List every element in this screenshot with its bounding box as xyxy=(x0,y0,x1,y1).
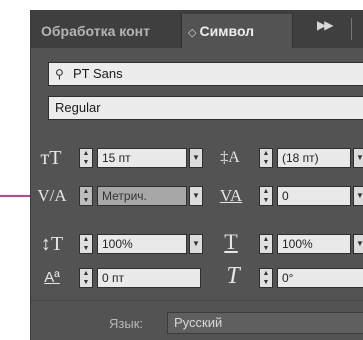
font-style-value: Regular xyxy=(55,100,101,115)
kerning-input[interactable]: Метрич. xyxy=(97,186,187,206)
baseline-shift-stepper[interactable]: ▲ ▼ xyxy=(79,268,93,288)
leading-input[interactable]: (18 пт) xyxy=(277,148,351,168)
skew-stepper[interactable]: ▲ ▼ xyxy=(259,268,273,288)
font-family-field[interactable]: ⚲ PT Sans xyxy=(48,62,363,86)
vertical-scale-input[interactable]: 100% xyxy=(97,234,187,254)
font-family-value: PT Sans xyxy=(73,66,123,81)
tab-paragraph-processing[interactable]: Обработка конт xyxy=(41,20,181,42)
tracking-input[interactable]: 0 xyxy=(277,186,351,206)
tab-bar-separator xyxy=(351,18,352,40)
search-icon: ⚲ xyxy=(55,67,64,81)
language-divider xyxy=(31,300,363,301)
kerning-icon: V/A xyxy=(37,186,67,205)
language-select[interactable]: Русский xyxy=(167,312,363,334)
vertical-scale-dropdown[interactable]: ▼ xyxy=(189,234,203,254)
character-panel: Обработка конт ◇ Символ ▶▶ ⚲ PT Sans Regul… xyxy=(30,10,363,340)
language-label: Язык: xyxy=(109,316,143,331)
horizontal-scale-icon: T xyxy=(224,229,238,254)
leading-dropdown[interactable]: ▼ xyxy=(353,148,363,168)
font-size-input[interactable]: 15 пт xyxy=(97,148,187,168)
kerning-dropdown[interactable]: ▼ xyxy=(189,186,203,206)
tracking-dropdown[interactable]: ▼ xyxy=(353,186,363,206)
tab-character[interactable]: ◇ Символ xyxy=(181,14,293,48)
tab-character-label: Символ xyxy=(199,23,255,39)
tracking-stepper[interactable]: ▲ ▼ xyxy=(259,186,273,206)
kerning-stepper[interactable]: ▲ ▼ xyxy=(79,186,93,206)
panel-tab-bar: Обработка конт ◇ Символ ▶▶ xyxy=(31,10,363,48)
skew-input[interactable]: 0° xyxy=(277,268,363,288)
horizontal-scale-dropdown[interactable]: ▼ xyxy=(353,234,363,254)
font-size-stepper[interactable]: ▲ ▼ xyxy=(79,148,93,168)
font-style-field[interactable]: Regular xyxy=(48,96,363,120)
double-chevron-right-icon[interactable]: ▶▶ xyxy=(317,18,334,32)
vertical-scale-stepper[interactable]: ▲ ▼ xyxy=(79,234,93,254)
vertical-scale-icon: ↕T xyxy=(40,233,64,255)
font-size-icon: тT xyxy=(40,147,62,169)
horizontal-scale-input[interactable]: 100% xyxy=(277,234,351,254)
leading-icon: ‡A xyxy=(220,149,240,166)
horizontal-scale-stepper[interactable]: ▲ ▼ xyxy=(259,234,273,254)
tab-sort-icon: ◇ xyxy=(188,27,197,39)
leading-stepper[interactable]: ▲ ▼ xyxy=(259,148,273,168)
font-size-dropdown[interactable]: ▼ xyxy=(189,148,203,168)
tracking-icon: VA xyxy=(219,186,243,205)
baseline-shift-icon: Aª xyxy=(44,269,60,286)
skew-icon: T xyxy=(226,263,240,289)
baseline-shift-input[interactable]: 0 пт xyxy=(97,268,201,288)
